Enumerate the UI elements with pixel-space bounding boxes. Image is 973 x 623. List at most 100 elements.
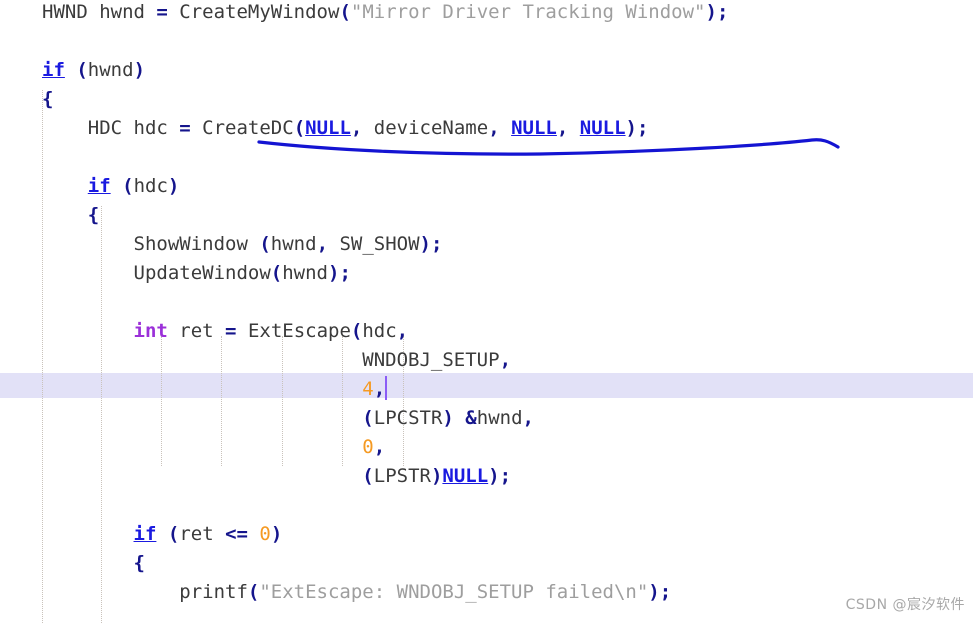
token-punct: ( — [350, 320, 363, 342]
token-punct: ; — [339, 262, 351, 284]
token-punct: ) — [167, 175, 180, 197]
token-plain: hwnd — [87, 59, 134, 81]
token-punct: ( — [247, 581, 260, 603]
token-type: int — [133, 320, 168, 342]
token-punct: ( — [259, 233, 271, 255]
token-plain: deviceName — [362, 117, 489, 139]
token-plain: hwnd — [476, 407, 523, 429]
code-line-9[interactable]: ShowWindow (hwnd, SW_SHOW); — [0, 230, 443, 259]
token-op: = — [156, 1, 168, 23]
code-line-14[interactable]: 4, — [0, 375, 385, 404]
text-caret — [385, 376, 388, 400]
token-op: = — [225, 320, 237, 342]
code-editor-viewport[interactable]: HWND hwnd = CreateMyWindow ( "Mirror Drive… — [0, 0, 973, 623]
token-plain: WNDOBJ_SETUP — [42, 349, 500, 371]
token-punct: ( — [76, 59, 88, 81]
token-plain: hwnd — [282, 262, 328, 284]
token-macro: NULL — [305, 117, 351, 139]
token-punct: ; — [637, 117, 649, 139]
token-plain: UpdateWindow — [42, 262, 271, 284]
token-punct: ) — [328, 262, 340, 284]
token-macro: NULL — [511, 117, 557, 139]
token-punct: ) — [442, 407, 454, 429]
code-line-3[interactable]: if (hwnd) — [0, 56, 145, 85]
token-punct: ) — [270, 523, 283, 545]
token-plain: CreateMyWindow — [167, 1, 340, 23]
token-punct: ; — [499, 465, 512, 487]
code-line-7[interactable]: if (hdc) — [0, 172, 180, 201]
code-line-4[interactable]: { — [0, 85, 53, 114]
csdn-watermark: CSDN @宸汐软件 — [845, 597, 965, 613]
token-plain: LPCSTR — [373, 407, 443, 429]
token-punct: , — [556, 117, 569, 139]
token-plain: ExtEscape — [236, 320, 351, 342]
token-kw: if — [87, 175, 111, 197]
token-punct: ) — [705, 1, 717, 23]
token-plain: HWND hwnd — [42, 1, 157, 23]
token-num: 4 — [362, 378, 374, 400]
code-line-1[interactable]: HWND hwnd = CreateMyWindow("Mirror Drive… — [0, 0, 728, 27]
token-punct: ( — [122, 175, 134, 197]
token-punct: ( — [270, 262, 283, 284]
token-op: = — [179, 117, 191, 139]
token-plain: ret — [179, 523, 226, 545]
code-line-8[interactable]: { — [0, 201, 99, 230]
token-brace: { — [133, 552, 145, 574]
code-line-19[interactable]: if (ret <= 0) — [0, 520, 283, 549]
code-text-layer[interactable]: HWND hwnd = CreateMyWindow ( "Mirror Drive… — [0, 0, 973, 623]
token-punct: ; — [716, 1, 729, 23]
token-plain: SW_SHOW — [328, 233, 420, 255]
code-line-21[interactable]: printf("ExtEscape: WNDOBJ_SETUP failed\n… — [0, 578, 671, 607]
code-line-20[interactable]: { — [0, 549, 145, 578]
token-plain: ret — [167, 320, 226, 342]
code-line-13[interactable]: WNDOBJ_SETUP, — [0, 346, 511, 375]
token-punct: ; — [430, 233, 443, 255]
token-num: 0 — [259, 523, 271, 545]
token-punct: ( — [362, 407, 374, 429]
token-plain: hwnd — [270, 233, 317, 255]
token-punct: ( — [362, 465, 374, 487]
token-punct: ( — [293, 117, 306, 139]
code-line-16[interactable]: 0, — [0, 433, 385, 462]
code-line-17[interactable]: (LPSTR)NULL); — [0, 462, 511, 491]
token-op: <= — [225, 523, 248, 545]
token-plain: HDC hdc — [42, 117, 180, 139]
code-line-12[interactable]: int ret = ExtEscape(hdc, — [0, 317, 409, 346]
token-punct: ) — [648, 581, 660, 603]
token-punct: , — [373, 436, 386, 458]
token-punct: ) — [419, 233, 431, 255]
token-punct: ) — [625, 117, 637, 139]
token-punct: , — [499, 349, 512, 371]
token-plain: hdc — [362, 320, 397, 342]
token-kw: if — [133, 523, 157, 545]
token-brace: { — [42, 88, 54, 110]
token-punct: , — [350, 117, 363, 139]
token-str: "Mirror Driver Tracking Window" — [350, 1, 706, 23]
code-line-10[interactable]: UpdateWindow(hwnd); — [0, 259, 351, 288]
token-plain: ShowWindow — [42, 233, 260, 255]
code-line-5[interactable]: HDC hdc = CreateDC(NULL, deviceName, NUL… — [0, 114, 649, 143]
code-line-15[interactable]: (LPCSTR) &hwnd, — [0, 404, 534, 433]
token-punct: , — [522, 407, 534, 429]
token-punct: , — [396, 320, 409, 342]
token-punct: , — [488, 117, 500, 139]
token-plain: hdc — [133, 175, 168, 197]
token-punct: ( — [167, 523, 180, 545]
token-punct: ; — [659, 581, 672, 603]
token-kw: if — [42, 59, 65, 81]
